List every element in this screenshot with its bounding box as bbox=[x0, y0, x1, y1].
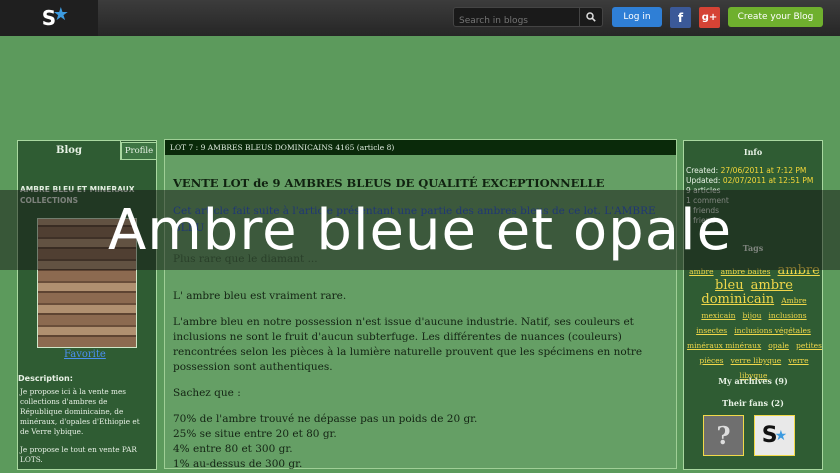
tag-link[interactable]: opale bbox=[768, 341, 789, 350]
tab-profile[interactable]: Profile bbox=[121, 142, 157, 160]
stat-line: 4% entre 80 et 300 gr. bbox=[173, 443, 293, 455]
tab-blog[interactable]: Blog bbox=[17, 140, 121, 160]
article-body: L' ambre bleu est vraiment rare. L'ambre… bbox=[173, 289, 668, 472]
fan-avatar-unknown-icon[interactable]: ? bbox=[703, 415, 744, 456]
stat-line: 1% au-dessus de 300 gr. bbox=[173, 458, 303, 470]
skyrock-logo[interactable]: S ★ bbox=[0, 0, 98, 36]
google-plus-icon[interactable]: g+ bbox=[699, 7, 720, 28]
search-icon bbox=[586, 12, 596, 22]
archives-link[interactable]: My archives (9) bbox=[683, 376, 823, 386]
article-title: VENTE LOT de 9 AMBRES BLEUS DE QUALITÉ E… bbox=[173, 176, 605, 190]
top-bar: S★ Log in f g+ Create your Blog bbox=[0, 0, 840, 36]
fan-avatar-skyrock-icon[interactable]: S ★ bbox=[754, 415, 795, 456]
tag-link[interactable]: bijou bbox=[743, 311, 762, 320]
info-heading: Info bbox=[743, 147, 763, 157]
created-date: 27/06/2011 at 7:12 PM bbox=[720, 166, 807, 175]
stat-line: 25% se situe entre 20 et 80 gr. bbox=[173, 428, 337, 440]
login-button[interactable]: Log in bbox=[612, 7, 662, 27]
tag-cloud: ambre ambre baltes ambre bleu ambre domi… bbox=[686, 263, 822, 382]
stat-line: 70% de l'ambre trouvé ne dépasse pas un … bbox=[173, 413, 478, 425]
article-bar[interactable]: LOT 7 : 9 AMBRES BLEUS DOMINICAINS 4165 … bbox=[165, 140, 676, 155]
article-paragraph: L' ambre bleu est vraiment rare. bbox=[173, 290, 347, 302]
tag-link[interactable]: verre libyque bbox=[731, 356, 782, 365]
fans-heading: Their fans (2) bbox=[722, 398, 784, 408]
title-overlay: Ambre bleue et opale bbox=[0, 190, 840, 270]
description-paragraph: Je propose ici à la vente mes collection… bbox=[20, 387, 140, 436]
tag-link[interactable]: minéraux minéraux bbox=[687, 341, 761, 350]
search-box bbox=[453, 7, 603, 30]
create-blog-button[interactable]: Create your Blog bbox=[728, 7, 823, 27]
logo-icon: S ★ bbox=[41, 4, 69, 30]
search-input[interactable] bbox=[454, 12, 576, 30]
tag-link[interactable]: inclusions végétales bbox=[734, 326, 811, 335]
created-label: Created: bbox=[686, 166, 719, 175]
facebook-icon[interactable]: f bbox=[670, 7, 691, 28]
description-paragraph: Je propose le tout en vente PAR LOTS. bbox=[20, 445, 137, 464]
overlay-title: Ambre bleue et opale bbox=[107, 197, 733, 263]
article-paragraph: L'ambre bleu en notre possession n'est i… bbox=[173, 316, 643, 373]
search-button[interactable] bbox=[579, 8, 602, 26]
favorite-link[interactable]: Favorite bbox=[64, 349, 106, 360]
description-text: Je propose ici à la vente mes collection… bbox=[20, 387, 142, 473]
article-paragraph: Sachez que : bbox=[173, 387, 241, 399]
updated-label: Updated: bbox=[686, 176, 721, 185]
updated-date: 02/07/2011 at 12:51 PM bbox=[722, 176, 814, 185]
description-heading: Description: bbox=[18, 374, 73, 383]
